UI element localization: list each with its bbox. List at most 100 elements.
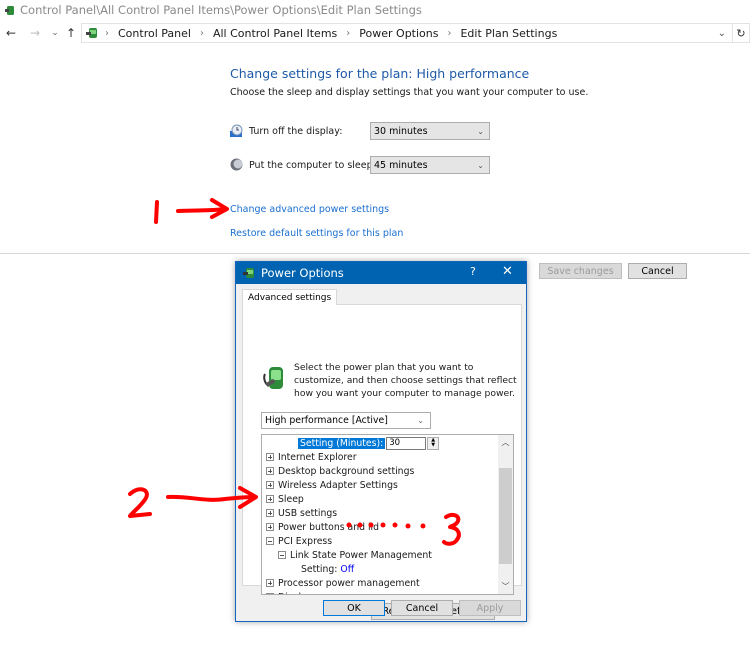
- expand-icon[interactable]: [266, 593, 274, 594]
- tree-item-wireless-adapter[interactable]: Wireless Adapter Settings: [266, 478, 398, 492]
- power-plan-value: High performance [Active]: [265, 415, 388, 426]
- back-arrow-icon: ←: [5, 26, 17, 40]
- monitor-clock-icon: [230, 124, 243, 137]
- tree-item-label: Power buttons and lid: [278, 521, 380, 533]
- annotation-number-1: [154, 200, 159, 224]
- tree-item-pci-express[interactable]: PCI Express: [266, 534, 332, 548]
- back-button[interactable]: ←: [3, 25, 19, 41]
- setting-value-link[interactable]: Off: [340, 564, 354, 575]
- tree-item-desktop-background[interactable]: Desktop background settings: [266, 464, 414, 478]
- chevron-down-icon: ⌄: [477, 126, 484, 136]
- display-off-value: 30 minutes: [374, 125, 428, 137]
- up-arrow-icon: ↑: [65, 26, 77, 40]
- scroll-up-icon[interactable]: ︿: [498, 437, 513, 448]
- setting-label: Setting:: [301, 563, 338, 575]
- display-off-label: Turn off the display:: [249, 126, 343, 137]
- tree-item-label: Link State Power Management: [290, 549, 432, 561]
- chevron-down-icon: ⌄: [417, 416, 424, 425]
- expand-icon[interactable]: [266, 509, 274, 517]
- tree-item-processor-power[interactable]: Processor power management: [266, 576, 420, 590]
- breadcrumb-separator[interactable]: ›: [447, 28, 451, 39]
- breadcrumb-edit-plan-settings[interactable]: Edit Plan Settings: [460, 27, 557, 40]
- breadcrumb-power-options[interactable]: Power Options: [359, 27, 438, 40]
- tree-scrollbar[interactable]: ︿ ﹀: [498, 435, 513, 594]
- page-subtitle: Choose the sleep and display settings th…: [230, 87, 589, 98]
- forward-arrow-icon: →: [29, 26, 41, 40]
- save-changes-button[interactable]: Save changes: [539, 263, 622, 279]
- scroll-down-icon[interactable]: ﹀: [498, 581, 513, 592]
- power-options-dialog: Power Options ? ✕ Advanced settings Sele…: [235, 261, 527, 622]
- breadcrumb-all-items[interactable]: All Control Panel Items: [213, 27, 337, 40]
- display-off-select[interactable]: 30 minutes ⌄: [370, 122, 490, 140]
- tree-item-label: Processor power management: [278, 577, 420, 589]
- expand-icon[interactable]: [266, 579, 274, 587]
- breadcrumb-separator[interactable]: ›: [200, 28, 204, 39]
- spin-down-icon[interactable]: ▼: [431, 443, 435, 448]
- sleep-select[interactable]: 45 minutes ⌄: [370, 156, 490, 174]
- expand-icon[interactable]: [266, 453, 274, 461]
- breadcrumb-separator: ›: [105, 27, 109, 39]
- cancel-button[interactable]: Cancel: [628, 263, 687, 279]
- tree-item-label: Display: [278, 592, 312, 595]
- up-button[interactable]: ↑: [63, 25, 79, 41]
- chevron-down-icon: ⌄: [477, 160, 484, 170]
- moon-icon: [230, 158, 243, 171]
- tree-item-power-buttons[interactable]: Power buttons and lid: [266, 520, 379, 534]
- tree-item-label: USB settings: [278, 507, 338, 519]
- chevron-down-icon: ⌄: [51, 28, 59, 38]
- setting-minutes-row: Setting (Minutes): 30 ▲ ▼: [298, 436, 440, 450]
- power-plan-select[interactable]: High performance [Active] ⌄: [261, 412, 431, 429]
- tree-item-sleep[interactable]: Sleep: [266, 492, 304, 506]
- forward-button[interactable]: →: [27, 25, 43, 41]
- refresh-button[interactable]: ↻: [733, 23, 750, 43]
- expand-icon[interactable]: [266, 495, 274, 503]
- tree-item-label: Sleep: [278, 493, 304, 505]
- address-bar[interactable]: › Control Panel › All Control Panel Item…: [81, 23, 733, 43]
- annotation-arrow-1: [176, 198, 229, 219]
- close-icon[interactable]: ✕: [502, 264, 513, 279]
- dialog-title: Power Options: [261, 266, 344, 280]
- window-title-bar: Control Panel\All Control Panel Items\Po…: [4, 2, 422, 18]
- tab-advanced-settings[interactable]: Advanced settings: [242, 289, 338, 305]
- breadcrumb-separator[interactable]: ›: [346, 28, 350, 39]
- sleep-label: Put the computer to sleep:: [249, 160, 376, 171]
- breadcrumb-control-panel[interactable]: Control Panel: [118, 27, 191, 40]
- setting-minutes-label: Setting (Minutes):: [298, 437, 386, 449]
- tree-item-display[interactable]: Display: [266, 590, 312, 595]
- scrollbar-thumb[interactable]: [499, 468, 512, 564]
- tree-item-usb-settings[interactable]: USB settings: [266, 506, 337, 520]
- restore-default-settings-link[interactable]: Restore default settings for this plan: [230, 228, 403, 239]
- dialog-cancel-button[interactable]: Cancel: [391, 600, 453, 616]
- tree-item-label: Desktop background settings: [278, 465, 415, 477]
- apply-button[interactable]: Apply: [459, 600, 521, 616]
- expand-icon[interactable]: [266, 481, 274, 489]
- recent-locations-button[interactable]: ⌄: [47, 25, 63, 41]
- change-advanced-power-settings-link[interactable]: Change advanced power settings: [230, 204, 389, 215]
- page-title: Change settings for the plan: High perfo…: [230, 66, 530, 81]
- tree-item-lspm-setting[interactable]: Setting: Off: [301, 562, 354, 576]
- tree-item-link-state-power-management[interactable]: Link State Power Management: [278, 548, 432, 562]
- power-options-icon: [243, 268, 254, 278]
- refresh-icon: ↻: [736, 26, 746, 40]
- collapse-icon[interactable]: [266, 537, 274, 545]
- advanced-settings-panel: Select the power plan that you want to c…: [242, 304, 522, 620]
- setting-minutes-input[interactable]: 30: [386, 436, 427, 450]
- control-panel-power-icon: [5, 6, 14, 15]
- ok-button[interactable]: OK: [323, 600, 385, 616]
- collapse-icon[interactable]: [278, 551, 286, 559]
- battery-plug-icon: [263, 367, 283, 389]
- annotation-number-2: [128, 487, 152, 518]
- expand-icon[interactable]: [266, 467, 274, 475]
- spinner-buttons[interactable]: ▲ ▼: [427, 436, 440, 450]
- sleep-value: 45 minutes: [374, 159, 428, 171]
- control-panel-power-icon: [86, 28, 97, 38]
- dialog-title-bar[interactable]: Power Options ? ✕: [236, 262, 526, 284]
- expand-icon[interactable]: [266, 523, 274, 531]
- tree-item-label: Wireless Adapter Settings: [278, 479, 398, 491]
- address-dropdown-icon[interactable]: ⌄: [718, 28, 726, 39]
- tree-item-label: PCI Express: [278, 535, 333, 547]
- settings-tree[interactable]: Setting (Minutes): 30 ▲ ▼ Internet Explo…: [261, 434, 514, 595]
- help-icon[interactable]: ?: [470, 265, 476, 278]
- tree-item-internet-explorer[interactable]: Internet Explorer: [266, 450, 357, 464]
- tree-item-label: Internet Explorer: [278, 451, 357, 463]
